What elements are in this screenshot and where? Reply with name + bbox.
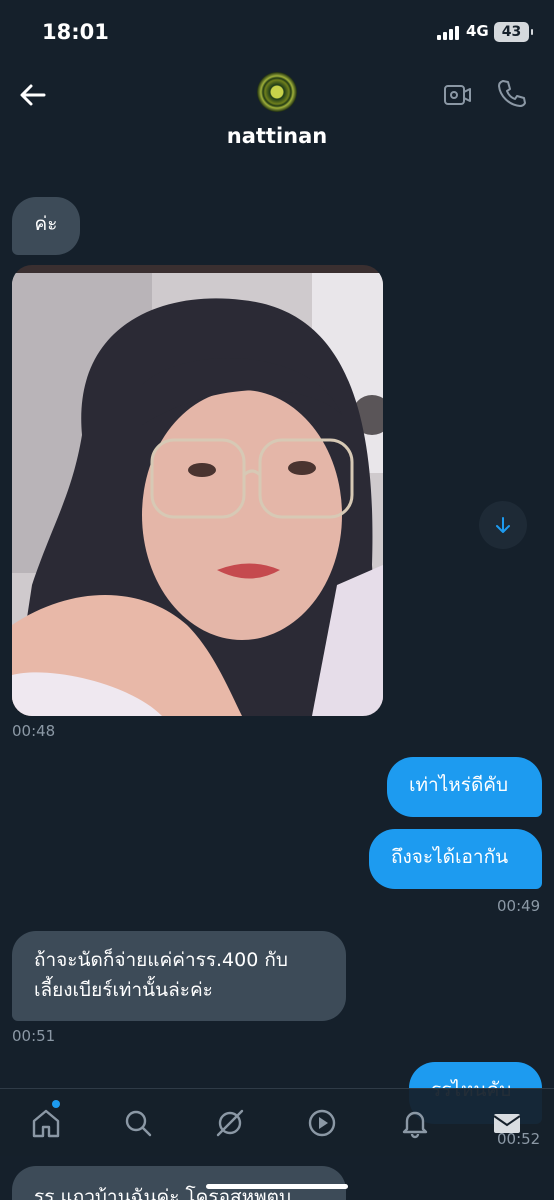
- video-icon[interactable]: [306, 1107, 338, 1139]
- bottom-navigation: [0, 1088, 554, 1156]
- message-timestamp: 00:51: [12, 1027, 56, 1045]
- home-icon[interactable]: [30, 1107, 62, 1139]
- incoming-message[interactable]: ค่ะ: [12, 197, 80, 255]
- video-camera-icon: [444, 85, 471, 105]
- search-icon[interactable]: [122, 1107, 154, 1139]
- conversation-header: nattinan: [0, 64, 554, 184]
- outgoing-message[interactable]: เท่าไหร่ดีคับ: [387, 757, 542, 817]
- incoming-message[interactable]: รร.แถวบ้านฉันค่ะ โครอสหพตบ: [12, 1166, 346, 1200]
- back-arrow-icon: [20, 84, 46, 106]
- spaces-icon[interactable]: [214, 1107, 246, 1139]
- photo-image: [12, 273, 383, 716]
- scroll-to-bottom-button[interactable]: [479, 501, 527, 549]
- signal-icon: [437, 26, 459, 40]
- message-text-line: ถ้าจะนัดก็จ่ายแค่ค่ารร.400 กับ: [34, 949, 288, 971]
- battery-level: 43: [501, 24, 522, 40]
- message-timestamp: 00:49: [497, 897, 541, 915]
- status-bar: 18:01 4G 43: [0, 0, 554, 64]
- network-type: 4G: [466, 22, 489, 40]
- voice-call-button[interactable]: [496, 78, 526, 110]
- message-timestamp: 00:52: [497, 1130, 541, 1148]
- phone-icon: [498, 80, 526, 107]
- contact-name[interactable]: nattinan: [0, 124, 554, 148]
- message-text: ถึงจะได้เอากัน: [391, 846, 509, 868]
- arrow-down-icon: [496, 517, 510, 533]
- message-text-line: เลี้ยงเบียร์เท่านั้นล่ะค่ะ: [34, 979, 213, 1001]
- home-indicator[interactable]: [206, 1184, 348, 1189]
- battery-icon: 43: [494, 22, 533, 42]
- home-notification-dot: [52, 1100, 60, 1108]
- avatar[interactable]: [257, 72, 297, 112]
- status-time: 18:01: [42, 20, 109, 44]
- notifications-icon[interactable]: [399, 1107, 431, 1139]
- video-call-button[interactable]: [443, 80, 473, 110]
- incoming-message[interactable]: ถ้าจะนัดก็จ่ายแค่ค่ารร.400 กับ เลี้ยงเบี…: [12, 931, 346, 1021]
- message-text: เท่าไหร่ดีคับ: [409, 774, 509, 796]
- message-text: ค่ะ: [34, 213, 58, 235]
- outgoing-message[interactable]: ถึงจะได้เอากัน: [369, 829, 542, 889]
- photo-message[interactable]: [12, 265, 383, 716]
- back-button[interactable]: [18, 80, 48, 110]
- message-timestamp: 00:48: [12, 722, 56, 740]
